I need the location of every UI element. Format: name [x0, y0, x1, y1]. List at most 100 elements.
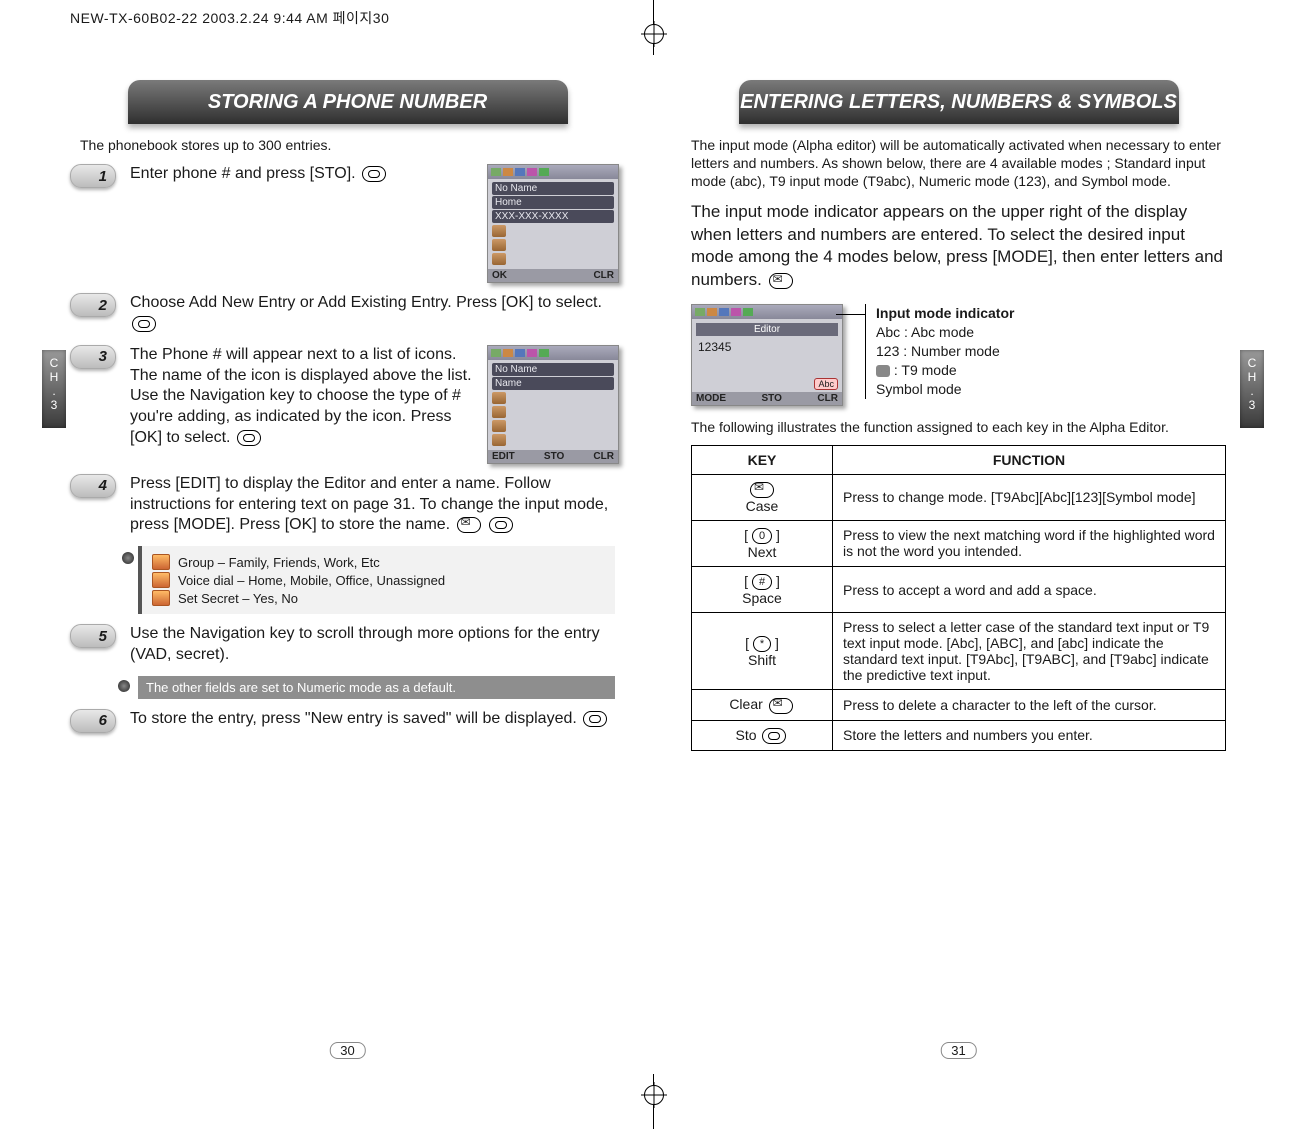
softkey-edit: EDIT — [492, 451, 515, 462]
step-3: 3 The Phone # will appear next to a list… — [70, 345, 619, 464]
chapter-tab-right: C H . 3 — [1240, 350, 1264, 428]
screen-line: Name — [492, 377, 614, 390]
group-icon — [152, 554, 170, 570]
softkey-clr: CLR — [593, 451, 614, 462]
step-text: Press [EDIT] to display the Editor and e… — [130, 474, 619, 536]
status-bar-icon — [488, 346, 618, 360]
table-row: [ 0 ]Next Press to view the next matchin… — [692, 520, 1226, 566]
step-text: To store the entry, press "New entry is … — [130, 709, 619, 730]
fn-cell: Press to view the next matching word if … — [833, 520, 1226, 566]
mode-figure: Editor 12345 Abc MODE STO CLR Input mode… — [691, 304, 1226, 406]
ok-key-icon — [583, 711, 607, 727]
page-number-right: 31 — [940, 1042, 976, 1059]
section-title-right: ENTERING LETTERS, NUMBERS & SYMBOLS — [739, 80, 1179, 124]
step-4: 4 Press [EDIT] to display the Editor and… — [70, 474, 619, 536]
pound-key-icon: # — [752, 574, 772, 590]
softkey-bar: MODE STO CLR — [692, 392, 842, 405]
tip-row: Voice dial – Home, Mobile, Office, Unass… — [152, 572, 605, 588]
screen-line: Home — [492, 196, 614, 209]
softkey-bar: EDIT STO CLR — [488, 450, 618, 463]
step-number: 4 — [70, 474, 116, 498]
phone-screen-editor: Editor 12345 Abc MODE STO CLR — [691, 304, 843, 406]
mode-paragraph: The input mode indicator appears on the … — [691, 201, 1226, 293]
status-bar-icon — [692, 305, 842, 319]
key-label: Sto — [736, 727, 757, 743]
ok-key-icon — [132, 316, 156, 332]
softkey-mode: MODE — [696, 393, 726, 404]
softkey-clr: CLR — [817, 393, 838, 404]
softkey-clr: CLR — [593, 270, 614, 281]
voice-icon — [152, 572, 170, 588]
step-text: Choose Add New Entry or Add Existing Ent… — [130, 293, 619, 335]
table-intro: The following illustrates the function a… — [691, 418, 1226, 436]
callout-line: Abc : Abc mode — [876, 323, 1014, 342]
doc-header: NEW-TX-60B02-22 2003.2.24 9:44 AM 페이지30 — [70, 8, 389, 28]
softkey-sto: STO — [544, 451, 564, 462]
editor-value: 12345 — [696, 338, 838, 378]
tab-letter: 3 — [1240, 398, 1264, 412]
edit-key-icon — [457, 517, 481, 533]
page-spread: C H . 3 STORING A PHONE NUMBER The phone… — [60, 70, 1246, 1059]
th-function: FUNCTION — [833, 445, 1226, 474]
fn-cell: Store the letters and numbers you enter. — [833, 720, 1226, 750]
bullet-icon — [118, 680, 130, 692]
screen-line: No Name — [492, 363, 614, 376]
right-page: C H . 3 ENTERING LETTERS, NUMBERS & SYMB… — [671, 70, 1246, 1059]
mode-indicator-icon: Abc — [814, 378, 838, 390]
table-row: [ # ]Space Press to accept a word and ad… — [692, 567, 1226, 613]
zero-key-icon: 0 — [752, 528, 772, 544]
callout-line: 123 : Number mode — [876, 342, 1014, 361]
fn-cell: Press to change mode. [T9Abc][Abc][123][… — [833, 474, 1226, 520]
intro-left: The phonebook stores up to 300 entries. — [80, 136, 615, 154]
phone-screen-1: No Name Home XXX-XXX-XXXX OK CLR — [487, 164, 619, 283]
sto-key-icon — [762, 728, 786, 744]
table-row: [ * ]Shift Press to select a letter case… — [692, 613, 1226, 690]
options-tip-box: Group – Family, Friends, Work, Etc Voice… — [138, 546, 615, 614]
ok-key-icon — [237, 430, 261, 446]
step-text: Use the Navigation key to scroll through… — [130, 624, 619, 666]
step-number: 3 — [70, 345, 116, 369]
step-text: The Phone # will appear next to a list o… — [130, 345, 473, 449]
clear-key-icon — [769, 698, 793, 714]
mode-callout: Input mode indicator Abc : Abc mode 123 … — [865, 304, 1014, 398]
secret-icon — [152, 590, 170, 606]
key-label: Next — [748, 544, 777, 560]
step-6: 6 To store the entry, press "New entry i… — [70, 709, 619, 733]
sto-key-icon — [362, 166, 386, 182]
mode-key-icon — [769, 273, 793, 289]
phone-screen-2: No Name Name EDIT STO CLR — [487, 345, 619, 464]
bullet-icon — [122, 552, 134, 564]
step-number: 2 — [70, 293, 116, 317]
step-5: 5 Use the Navigation key to scroll throu… — [70, 624, 619, 666]
star-key-icon: * — [753, 636, 771, 652]
softkey-ok: OK — [492, 270, 507, 281]
screen-iconlist — [492, 392, 614, 446]
step-number: 6 — [70, 709, 116, 733]
editor-title: Editor — [696, 323, 838, 336]
key-label: Clear — [729, 696, 762, 712]
intro-right: The input mode (Alpha editor) will be au… — [691, 136, 1226, 191]
callout-line: Symbol mode — [876, 380, 1014, 399]
step-text: Enter phone # and press [STO]. — [130, 164, 473, 185]
section-title-left: STORING A PHONE NUMBER — [128, 80, 568, 124]
tab-letter: C — [1240, 356, 1264, 370]
callout-head: Input mode indicator — [876, 304, 1014, 323]
key-label: Space — [742, 590, 782, 606]
step-number: 5 — [70, 624, 116, 648]
softkey-sto: STO — [762, 393, 782, 404]
tab-letter: C — [42, 356, 66, 370]
registration-mark-bottom — [644, 1085, 664, 1105]
step-number: 1 — [70, 164, 116, 188]
tip-row: Set Secret – Yes, No — [152, 590, 605, 606]
tab-letter: 3 — [42, 398, 66, 412]
screen-iconlist — [492, 225, 614, 265]
step-2: 2 Choose Add New Entry or Add Existing E… — [70, 293, 619, 335]
case-key-icon — [750, 482, 774, 498]
key-function-table: KEY FUNCTION Case Press to change mode. … — [691, 445, 1226, 751]
tip-row: Group – Family, Friends, Work, Etc — [152, 554, 605, 570]
callout-line: : T9 mode — [876, 361, 1014, 380]
left-page: C H . 3 STORING A PHONE NUMBER The phone… — [60, 70, 635, 1059]
key-label: Case — [746, 498, 779, 514]
registration-mark-top — [644, 24, 664, 44]
page-number-left: 30 — [329, 1042, 365, 1059]
